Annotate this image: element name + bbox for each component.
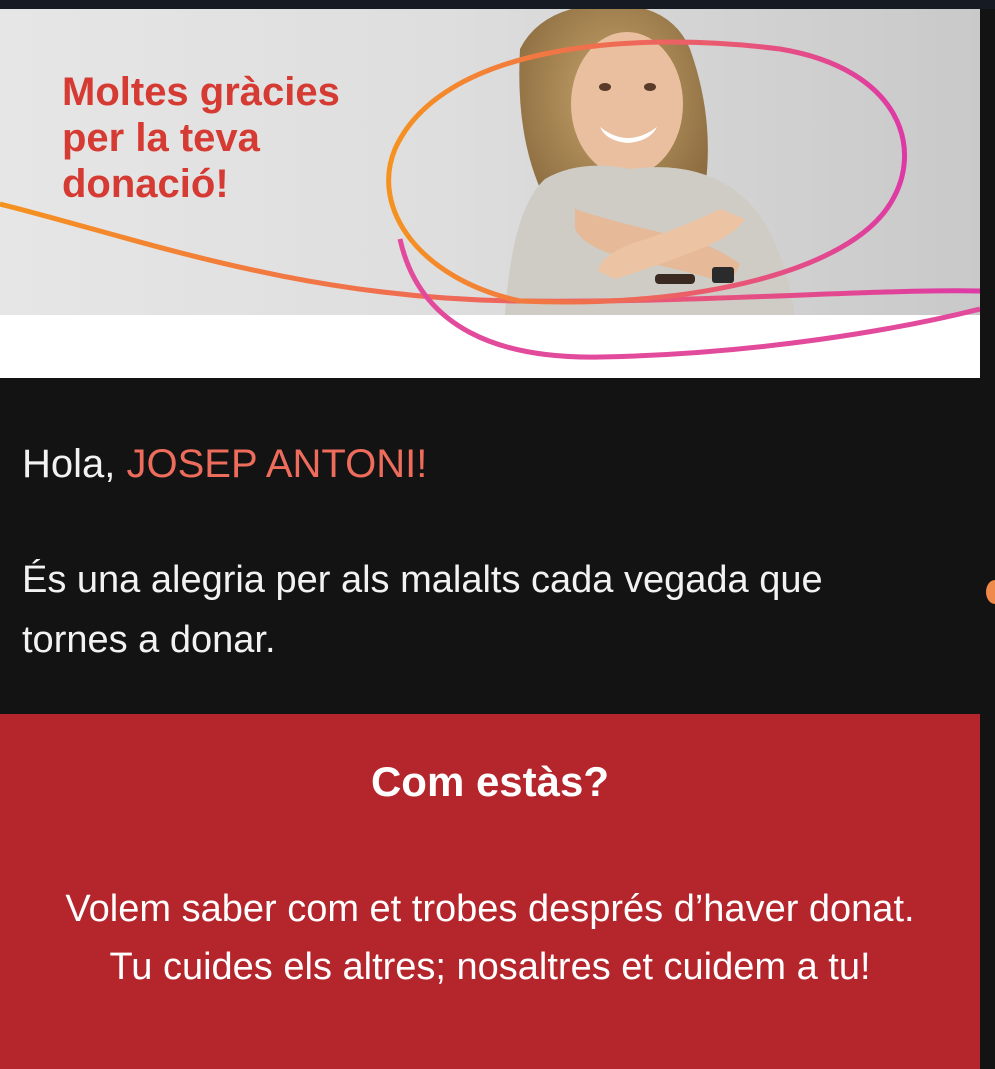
wellbeing-line: Tu cuides els altres; nosaltres et cuide… [109, 946, 871, 988]
banner-title-line: Moltes gràcies [62, 70, 340, 114]
intro-text: És una alegria per als malalts cada vega… [22, 559, 823, 661]
top-edge [0, 0, 995, 9]
wellbeing-text: Volem saber com et trobes després d’have… [20, 880, 960, 996]
banner-title: Moltes gràcies per la teva donació! [62, 69, 340, 207]
recipient-name: JOSEP ANTONI! [126, 442, 428, 486]
banner-title-line: per la teva [62, 116, 260, 160]
banner-title-line: donació! [62, 162, 229, 206]
thank-you-banner[interactable]: Moltes gràcies per la teva donació! [0, 9, 980, 378]
greeting: Hola, JOSEP ANTONI! [22, 436, 427, 492]
scroll-gutter [980, 9, 995, 1069]
greeting-prefix: Hola, [22, 442, 116, 486]
wellbeing-heading: Com estàs? [370, 758, 610, 805]
wellbeing-line: Volem saber com et trobes després d’have… [65, 888, 915, 930]
email-view: Moltes gràcies per la teva donació! Hola… [0, 0, 995, 1069]
